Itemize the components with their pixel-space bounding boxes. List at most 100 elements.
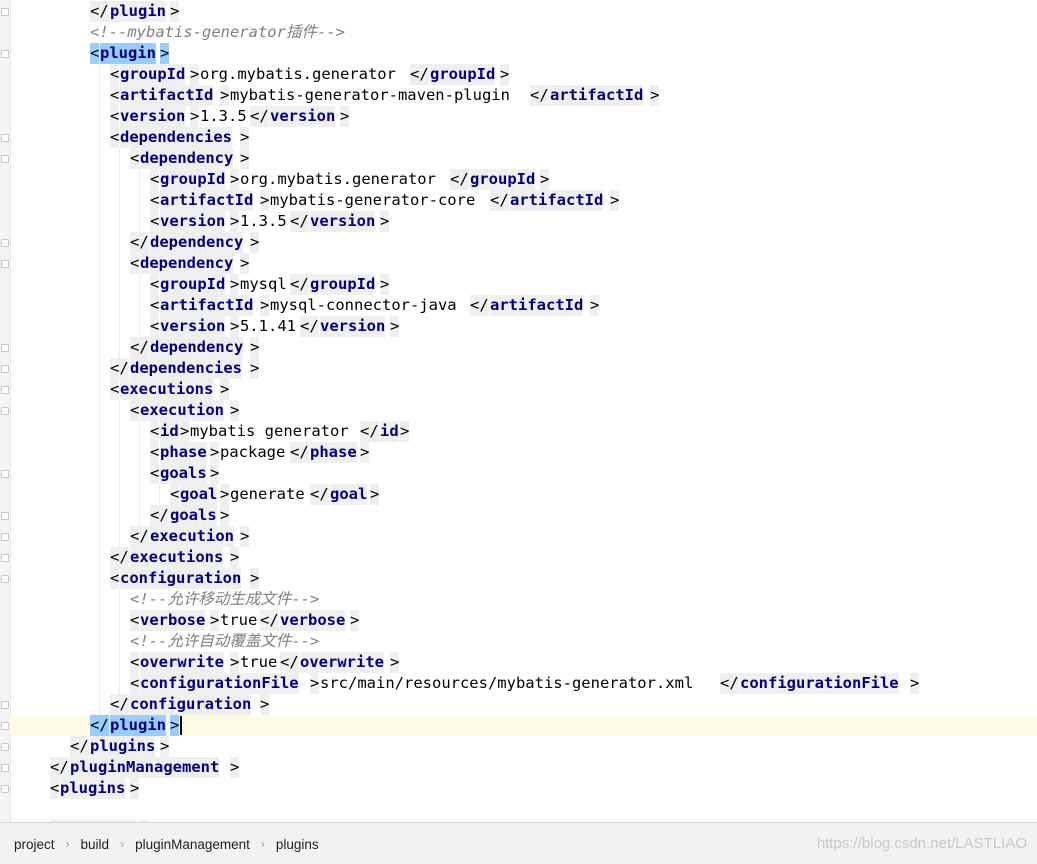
code-line[interactable]: < executions > <box>10 379 1037 400</box>
tag-text: generate <box>230 485 305 503</box>
tag-name: configurationFile <box>740 673 899 694</box>
code-line[interactable]: < goal > generate </goal > <box>10 484 1037 505</box>
fold-icon[interactable] <box>1 470 9 478</box>
code-line[interactable]: < dependencies > <box>10 127 1037 148</box>
breadcrumb-item-project[interactable]: project <box>12 837 57 852</box>
fold-icon[interactable] <box>1 239 9 247</box>
tag-bracket: > <box>130 778 140 799</box>
code-line[interactable]: < artifactId > mysql-connector-java </artifa… <box>10 295 1037 316</box>
code-line[interactable]: </execution > <box>10 526 1037 547</box>
xml-comment: <!--mybatis-generator插件--> <box>90 23 345 41</box>
code-line[interactable]: </dependencies > <box>10 358 1037 379</box>
tag-bracket: < <box>110 568 120 589</box>
indent-guide <box>119 232 120 253</box>
code-line[interactable]: </dependency > <box>10 232 1037 253</box>
tag-name: id <box>380 421 399 442</box>
code-line[interactable]: < groupId > org.mybatis.generator </groupId > <box>10 64 1037 85</box>
tag-name: groupId <box>120 64 186 85</box>
code-line[interactable]: </plugin > <box>10 715 1037 736</box>
fold-icon[interactable] <box>1 512 9 520</box>
code-line[interactable]: </plugins> <box>10 736 1037 757</box>
code-line[interactable]: </goals > <box>10 505 1037 526</box>
tag-bracket: < <box>150 211 160 232</box>
fold-icon[interactable] <box>1 722 9 730</box>
code-line[interactable]: < id > mybatis generator </id > <box>10 421 1037 442</box>
tag-name: verbose <box>280 610 346 631</box>
code-line[interactable]: < groupId > mysql </groupId > <box>10 274 1037 295</box>
code-line[interactable]: </configuration > <box>10 694 1037 715</box>
code-line[interactable]: < version >5.1.41 </version > <box>10 316 1037 337</box>
code-line[interactable]: <!--mybatis-generator插件--> <box>10 22 1037 43</box>
code-line[interactable]: < overwrite > true </overwrite > <box>10 652 1037 673</box>
code-editor[interactable]: </plugin > <!--mybatis-generator插件--> < plug… <box>0 0 1037 822</box>
fold-icon[interactable] <box>1 155 9 163</box>
tag-bracket: > <box>910 673 920 694</box>
tag-name: version <box>160 211 226 232</box>
indent-guide <box>119 631 120 652</box>
code-line[interactable] <box>10 799 1037 820</box>
tag-bracket: > <box>180 421 190 442</box>
code-line[interactable]: < execution > <box>10 400 1037 421</box>
code-line[interactable]: < artifactId > mybatis-generator-maven-plug… <box>10 85 1037 106</box>
fold-icon[interactable] <box>1 260 9 268</box>
tag-bracket: </ <box>110 547 129 568</box>
tag-bracket: > <box>230 547 240 568</box>
code-line[interactable]: < phase > package </phase > <box>10 442 1037 463</box>
tag-bracket: < <box>150 316 160 337</box>
breadcrumb-bar: project › build › pluginManagement › plu… <box>0 822 1037 864</box>
fold-icon[interactable] <box>1 743 9 751</box>
breadcrumb-item-build[interactable]: build <box>79 837 112 852</box>
fold-icon[interactable] <box>1 785 9 793</box>
code-line[interactable]: </executions > <box>10 547 1037 568</box>
indent-guide <box>99 484 100 505</box>
fold-icon[interactable] <box>1 365 9 373</box>
code-line[interactable]: <!--允许移动生成文件--> <box>10 589 1037 610</box>
breadcrumb-item-pluginmanagement[interactable]: pluginManagement <box>133 837 252 852</box>
code-line[interactable]: < version >1.3.5 </version > <box>10 211 1037 232</box>
fold-icon[interactable] <box>1 701 9 709</box>
code-line[interactable]: < dependency > <box>10 148 1037 169</box>
fold-icon[interactable] <box>1 344 9 352</box>
fold-icon[interactable] <box>1 764 9 772</box>
code-line[interactable]: < configuration > <box>10 568 1037 589</box>
fold-icon[interactable] <box>1 407 9 415</box>
fold-icon[interactable] <box>1 386 9 394</box>
breadcrumb-item-plugins[interactable]: plugins <box>274 837 321 852</box>
tag-bracket: </ <box>720 673 739 694</box>
tag-bracket: > <box>380 211 390 232</box>
code-line[interactable]: <!--允许自动覆盖文件--> <box>10 631 1037 652</box>
tag-name: dependency <box>140 253 234 274</box>
indent-guide <box>99 274 100 295</box>
code-line[interactable]: < goals > <box>10 463 1037 484</box>
tag-bracket: < <box>110 106 120 127</box>
code-line[interactable]: < dependency > <box>10 253 1037 274</box>
tag-bracket: </ <box>130 337 149 358</box>
indent-guide <box>139 211 140 232</box>
fold-icon[interactable] <box>1 575 9 583</box>
indent-guide <box>139 421 140 442</box>
indent-guide <box>139 505 140 526</box>
code-line[interactable]: < plugins > <box>10 778 1037 799</box>
code-line[interactable]: < plugin > <box>10 43 1037 64</box>
fold-icon[interactable] <box>1 134 9 142</box>
tag-name: executions <box>120 379 214 400</box>
tag-bracket: > <box>650 85 660 106</box>
code-line[interactable]: </dependency > <box>10 337 1037 358</box>
tag-name: overwrite <box>140 652 224 673</box>
fold-icon[interactable] <box>1 533 9 541</box>
code-line[interactable]: < artifactId > mybatis-generator-core </arti… <box>10 190 1037 211</box>
chevron-right-icon: › <box>260 837 265 851</box>
tag-bracket: > <box>190 64 200 85</box>
fold-icon[interactable] <box>1 8 9 16</box>
code-line[interactable]: < version >1.3.5 </version > <box>10 106 1037 127</box>
code-line[interactable]: < groupId > org.mybatis.generator </groupId > <box>10 169 1037 190</box>
code-line[interactable]: </pluginManagement > <box>10 757 1037 778</box>
code-line[interactable]: < configurationFile > src/main/resources/my… <box>10 673 1037 694</box>
indent-guide <box>119 295 120 316</box>
tag-bracket: </ <box>470 295 489 316</box>
code-line[interactable]: </plugin > <box>10 1 1037 22</box>
tag-bracket: > <box>230 211 240 232</box>
fold-icon[interactable] <box>1 554 9 562</box>
fold-icon[interactable] <box>1 50 9 58</box>
code-line[interactable]: < verbose > true </verbose > <box>10 610 1037 631</box>
